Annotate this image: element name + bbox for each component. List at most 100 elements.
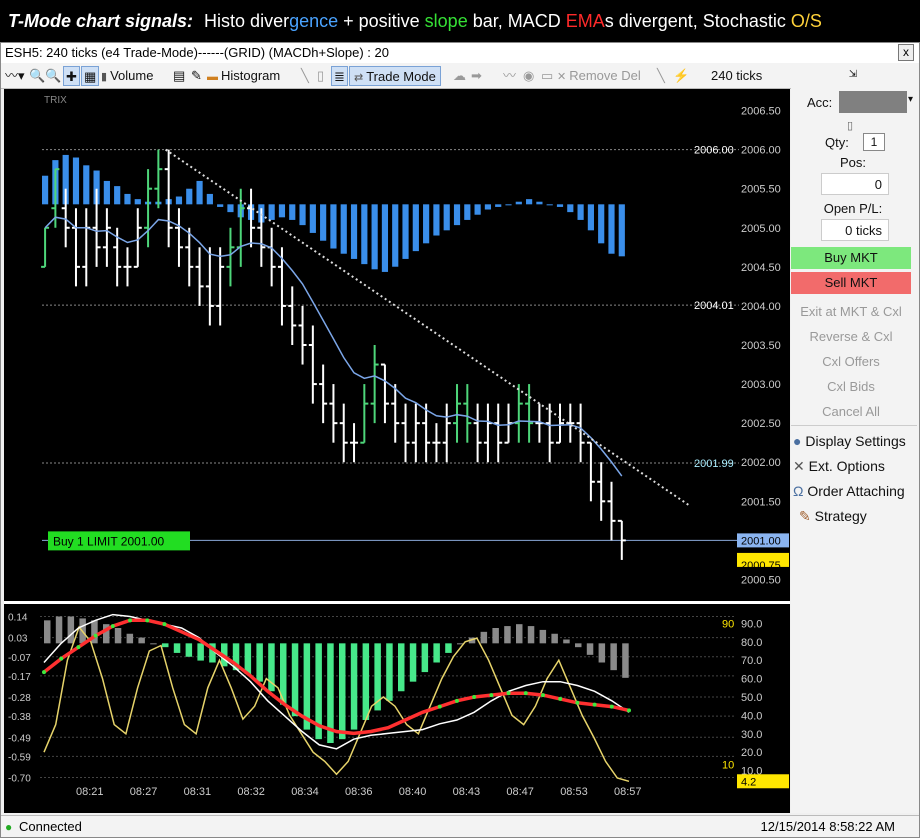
ext-options-item[interactable]: ✕ Ext. Options bbox=[793, 458, 885, 475]
list-icon[interactable]: ≣ bbox=[331, 66, 348, 86]
ext-options-label: Ext. Options bbox=[808, 458, 885, 474]
price-axis-tick: 2006.50 bbox=[741, 106, 781, 118]
chart-area[interactable]: TRIX 2006.50 2006.00 2005.50 2005.00 2004.50 2… bbox=[4, 89, 790, 813]
signal-dot bbox=[575, 700, 580, 705]
acc-label: Acc: bbox=[807, 95, 833, 110]
trix-histogram-bar bbox=[618, 204, 625, 257]
strategy-item[interactable]: ✎ Strategy bbox=[799, 508, 867, 525]
cxl-bids-button[interactable]: Cxl Bids bbox=[791, 376, 911, 398]
ticks-select[interactable]: 240 ticks bbox=[711, 66, 762, 86]
stochastic-axis-tick: 90.0 bbox=[741, 618, 762, 630]
reverse-cxl-button[interactable]: Reverse & Cxl bbox=[791, 326, 911, 348]
macd-histogram-bar bbox=[244, 643, 252, 674]
macd-histogram-bar bbox=[492, 628, 499, 644]
trix-histogram-bar bbox=[330, 204, 337, 249]
zoom-out-icon[interactable]: 🔍 bbox=[45, 66, 61, 86]
open-pl-value: 0 ticks bbox=[821, 219, 889, 241]
order-attaching-icon: Ω bbox=[793, 483, 804, 499]
cloud-icon[interactable]: ☁ bbox=[453, 66, 466, 86]
signal-dot bbox=[592, 702, 597, 707]
close-button[interactable]: x bbox=[898, 44, 914, 61]
macd-histogram-bar bbox=[138, 637, 145, 644]
zoom-in-icon[interactable]: 🔍 bbox=[29, 66, 45, 86]
sell-mkt-button[interactable]: Sell MKT bbox=[791, 272, 911, 294]
cxl-offers-button[interactable]: Cxl Offers bbox=[791, 351, 911, 373]
grid-icon[interactable]: ▦ bbox=[81, 66, 100, 86]
line-tool-icon[interactable]: ╲ bbox=[301, 66, 309, 86]
trix-histogram-bar bbox=[443, 204, 450, 231]
trix-histogram-bar bbox=[103, 180, 110, 205]
eye-icon[interactable]: ◉ bbox=[523, 66, 534, 86]
time-axis-label: 08:40 bbox=[399, 786, 427, 798]
window-titlebar[interactable]: ESH5: 240 ticks (e4 Trade-Mode)------(GR… bbox=[1, 43, 919, 63]
macd-axis-tick: -0.38 bbox=[8, 712, 31, 723]
pin-icon[interactable]: ⇲ bbox=[791, 69, 915, 80]
exit-cxl-button[interactable]: Exit at MKT & Cxl bbox=[791, 301, 911, 323]
macd-histogram-bar bbox=[150, 643, 157, 645]
trade-mode-button[interactable]: ⇄ Trade Mode bbox=[349, 66, 441, 86]
lightning-icon[interactable]: ⚡ bbox=[673, 66, 689, 86]
panel-divider bbox=[791, 425, 917, 426]
macd-histogram-bar bbox=[350, 643, 358, 730]
drawing-icon[interactable]: ✎ bbox=[191, 66, 202, 86]
open-pl-label: Open P/L: bbox=[823, 201, 883, 216]
signal-dot bbox=[145, 618, 150, 623]
pen-icon[interactable]: ╲ bbox=[657, 66, 665, 86]
banner-text-slope: slope bbox=[424, 11, 468, 31]
cancel-all-button[interactable]: Cancel All bbox=[791, 401, 911, 423]
time-axis-label: 08:36 bbox=[345, 786, 373, 798]
price-axis-tick: 2001.50 bbox=[741, 496, 781, 508]
macd-histogram-bar bbox=[527, 626, 535, 644]
chart-svg[interactable]: TRIX 2006.50 2006.00 2005.50 2005.00 2004.50 2… bbox=[4, 89, 790, 813]
order-attaching-item[interactable]: Ω Order Attaching bbox=[793, 483, 905, 499]
trix-histogram-bar bbox=[515, 201, 522, 205]
histogram-button[interactable]: ▬ Histogram bbox=[207, 66, 280, 86]
buy-mkt-button[interactable]: Buy MKT bbox=[791, 247, 911, 269]
trix-histogram-bar bbox=[567, 204, 574, 213]
trix-histogram-bar bbox=[526, 199, 533, 205]
square-icon[interactable]: ▭ bbox=[541, 66, 553, 86]
chart-type-icon[interactable]: 〰▾ bbox=[5, 66, 25, 86]
signal-dot bbox=[128, 618, 133, 623]
trix-histogram-bar bbox=[474, 204, 481, 215]
banner-text-gence: gence bbox=[289, 11, 339, 31]
trix-histogram-bar bbox=[196, 180, 203, 205]
banner-text-ema: EMA bbox=[565, 11, 605, 31]
remove-del-button[interactable]: ✕ Remove Del bbox=[557, 66, 641, 86]
trix-histogram-bar bbox=[598, 204, 605, 244]
macd-histogram-bar bbox=[445, 643, 452, 653]
banner-text-7: s divergent, Stochastic bbox=[604, 11, 791, 31]
macd-histogram-bar bbox=[421, 643, 429, 673]
account-field[interactable] bbox=[839, 91, 907, 113]
trix-histogram-bar bbox=[72, 157, 80, 205]
signal-dot bbox=[558, 696, 563, 701]
trix-histogram-bar bbox=[268, 204, 275, 220]
arrow-right-icon[interactable]: ➡ bbox=[471, 66, 482, 86]
volume-button[interactable]: ▮ Volume bbox=[101, 66, 153, 86]
price-axis-tick: 2003.50 bbox=[741, 340, 781, 352]
page-icon[interactable]: ▯ bbox=[317, 66, 324, 86]
order-attaching-label: Order Attaching bbox=[807, 483, 905, 499]
status-datetime: 12/15/2014 8:58:22 AM bbox=[760, 819, 895, 834]
price-label: 2006.00 bbox=[694, 145, 734, 157]
macd-histogram-bar bbox=[610, 643, 617, 671]
macd-histogram-bar bbox=[197, 643, 204, 661]
signal-dot bbox=[627, 708, 631, 713]
trix-histogram-bar bbox=[289, 204, 296, 220]
stochastic-axis-tick: 60.0 bbox=[741, 674, 762, 686]
macd-histogram-bar bbox=[622, 643, 629, 678]
macd-histogram-bar bbox=[480, 631, 488, 644]
trix-histogram-bar bbox=[278, 204, 286, 218]
trix-histogram-bar bbox=[206, 193, 213, 205]
account-dropdown-icon[interactable]: ▾ bbox=[908, 94, 913, 105]
trix-histogram-bar bbox=[350, 204, 358, 259]
trix-histogram-bar bbox=[412, 204, 419, 252]
display-settings-item[interactable]: ● Display Settings bbox=[793, 433, 906, 449]
wave-icon[interactable]: 〰 bbox=[503, 66, 516, 86]
macd-histogram-bar bbox=[551, 633, 558, 644]
time-axis-label: 08:43 bbox=[453, 786, 481, 798]
macd-histogram-bar bbox=[44, 620, 51, 644]
qty-stepper[interactable]: 1 bbox=[863, 133, 885, 151]
crosshair-icon[interactable]: ✚ bbox=[63, 66, 80, 86]
table-icon[interactable]: ▤ bbox=[173, 66, 185, 86]
